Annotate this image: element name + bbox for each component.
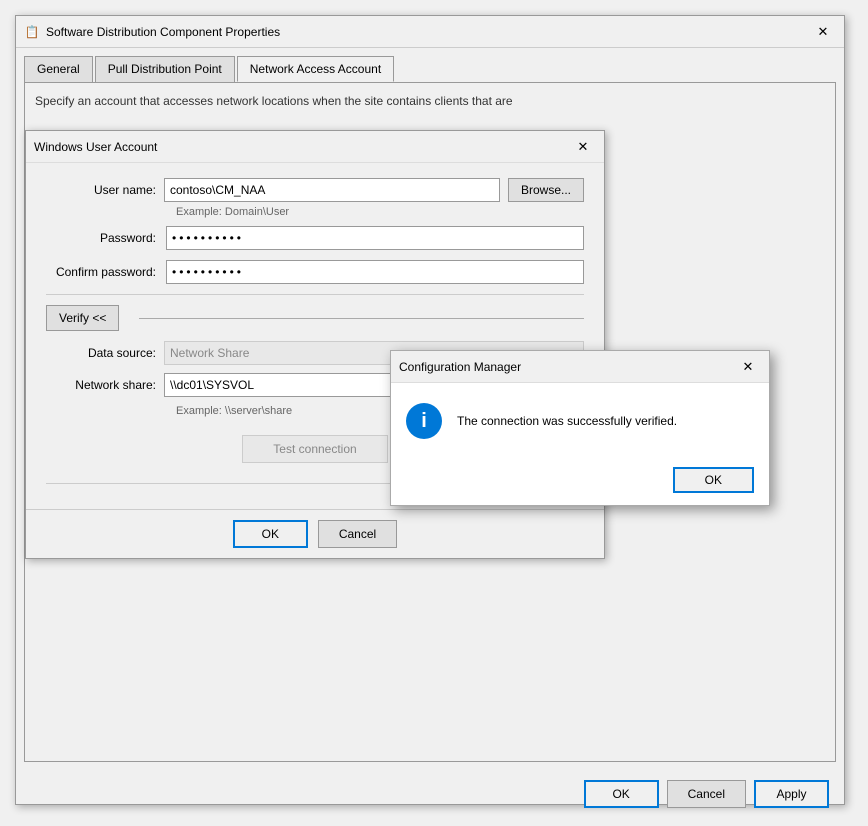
- config-ok-button[interactable]: OK: [673, 467, 754, 493]
- user-account-title: Windows User Account: [34, 140, 157, 154]
- user-cancel-button[interactable]: Cancel: [318, 520, 397, 548]
- user-account-titlebar: Windows User Account ✕: [26, 131, 604, 163]
- confirm-password-label: Confirm password:: [46, 265, 166, 279]
- config-message: The connection was successfully verified…: [457, 412, 677, 430]
- password-row: Password:: [26, 226, 604, 250]
- main-dialog-icon: 📋: [24, 24, 40, 40]
- config-manager-dialog: Configuration Manager ✕ i The connection…: [390, 350, 770, 506]
- main-apply-button[interactable]: Apply: [754, 780, 829, 808]
- tabs-bar: General Pull Distribution Point Network …: [16, 48, 844, 82]
- main-title-text: Software Distribution Component Properti…: [46, 25, 280, 39]
- config-close-button[interactable]: ✕: [735, 357, 761, 377]
- username-hint: Example: Domain\User: [156, 206, 604, 218]
- browse-button[interactable]: Browse...: [508, 178, 584, 202]
- main-window-controls: ✕: [810, 22, 836, 42]
- config-titlebar: Configuration Manager ✕: [391, 351, 769, 383]
- config-title: Configuration Manager: [399, 360, 521, 374]
- tab-pull-dist[interactable]: Pull Distribution Point: [95, 56, 235, 82]
- info-icon: i: [406, 403, 442, 439]
- main-titlebar: 📋 Software Distribution Component Proper…: [16, 16, 844, 48]
- network-share-label: Network share:: [46, 378, 156, 392]
- main-title: 📋 Software Distribution Component Proper…: [24, 24, 280, 40]
- config-footer: OK: [391, 459, 769, 505]
- user-account-controls: ✕: [570, 137, 596, 157]
- password-label: Password:: [46, 231, 166, 245]
- confirm-password-input[interactable]: [166, 260, 584, 284]
- confirm-password-row: Confirm password:: [26, 260, 604, 284]
- data-source-label: Data source:: [46, 346, 156, 360]
- user-ok-button[interactable]: OK: [233, 520, 308, 548]
- verify-row: Verify <<: [26, 305, 604, 331]
- config-body: i The connection was successfully verifi…: [391, 383, 769, 459]
- main-cancel-button[interactable]: Cancel: [667, 780, 746, 808]
- tab-description: Specify an account that accesses network…: [35, 93, 825, 110]
- user-account-close-button[interactable]: ✕: [570, 137, 596, 157]
- verify-button[interactable]: Verify <<: [46, 305, 119, 331]
- password-input[interactable]: [166, 226, 584, 250]
- main-ok-button[interactable]: OK: [584, 780, 659, 808]
- test-connection-button[interactable]: Test connection: [242, 435, 387, 463]
- main-close-button[interactable]: ✕: [810, 22, 836, 42]
- verify-separator: [139, 318, 584, 319]
- divider-1: [46, 294, 584, 295]
- username-row: User name: Browse...: [26, 178, 604, 202]
- tab-general[interactable]: General: [24, 56, 93, 82]
- username-input[interactable]: [164, 178, 500, 202]
- username-label: User name:: [46, 183, 156, 197]
- main-dialog-footer: OK Cancel Apply: [16, 770, 844, 818]
- user-dialog-footer: OK Cancel: [26, 509, 604, 558]
- info-icon-text: i: [421, 410, 427, 433]
- tab-network-access[interactable]: Network Access Account: [237, 56, 394, 82]
